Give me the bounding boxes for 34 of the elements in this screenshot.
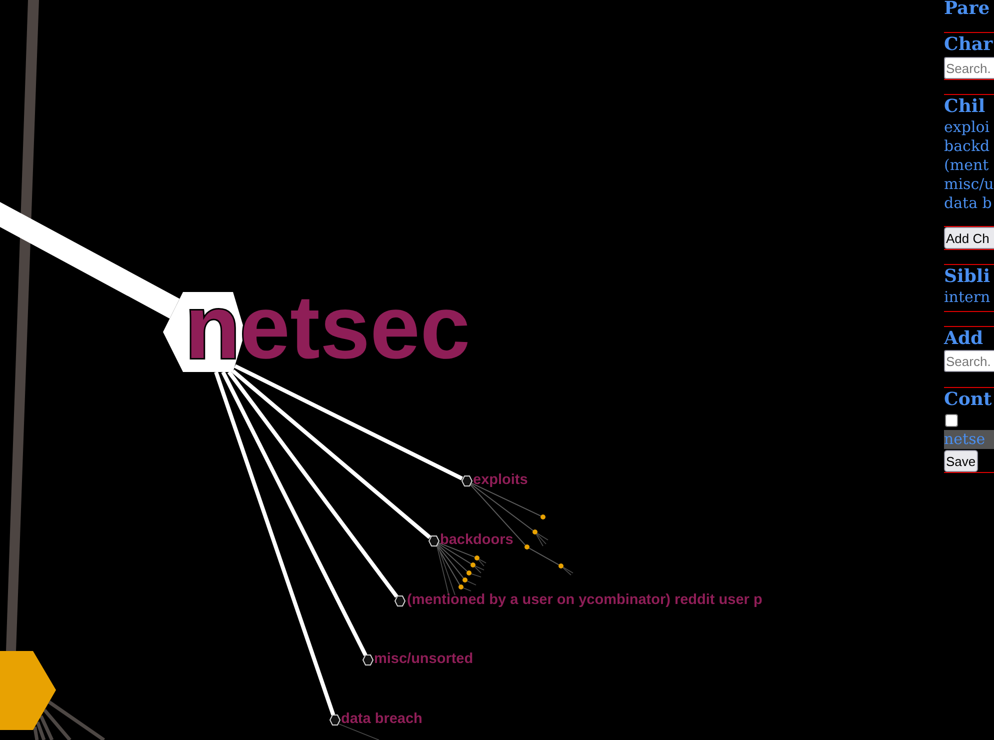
- section-heading: Add: [944, 327, 984, 350]
- section-heading: Pare: [944, 0, 990, 18]
- graph-edge: [338, 724, 380, 740]
- node-dot-icon: [462, 578, 468, 582]
- node-dot-icon: [474, 556, 480, 560]
- sibling-link[interactable]: intern: [944, 288, 990, 307]
- node-dot-icon: [532, 530, 538, 534]
- graph-edge: [562, 567, 572, 576]
- node-dot-icon: [458, 584, 464, 590]
- child-link[interactable]: data b: [944, 194, 992, 213]
- child-link[interactable]: misc/u: [944, 175, 994, 194]
- search-field[interactable]: Search.: [944, 57, 994, 79]
- node-hexagon-icon: [394, 596, 406, 606]
- checkbox[interactable]: [945, 414, 958, 427]
- section-heading: Sibli: [944, 265, 990, 288]
- node-hexagon-icon: [461, 476, 473, 486]
- node-dot-icon: [540, 514, 546, 520]
- node-dot-icon: [524, 544, 530, 550]
- save-button[interactable]: Save: [944, 450, 978, 472]
- node-dot-icon: [470, 562, 476, 568]
- node-hexagon-icon: [428, 536, 440, 546]
- add-child-button[interactable]: Add Ch: [944, 227, 994, 249]
- node-dot-icon: [558, 564, 564, 568]
- section-heading: Char: [944, 33, 993, 56]
- search-field[interactable]: Search.: [944, 350, 994, 372]
- node-dot-icon: [466, 570, 472, 576]
- child-link[interactable]: (ment: [944, 156, 989, 175]
- child-link[interactable]: exploi: [944, 118, 990, 137]
- section-heading: Chil: [944, 95, 986, 118]
- child-link[interactable]: backd: [944, 137, 990, 156]
- node-hexagon-icon: [362, 654, 374, 666]
- node-hexagon-icon: [329, 714, 341, 726]
- section-heading: Cont: [944, 388, 992, 411]
- node-name-label: netse: [944, 430, 994, 449]
